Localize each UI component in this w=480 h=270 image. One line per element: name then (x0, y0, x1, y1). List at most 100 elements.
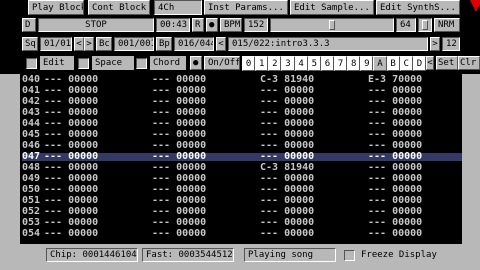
track-3-cell[interactable]: C-3 81940 (260, 163, 360, 173)
hex-prev-button[interactable]: < (426, 56, 434, 70)
sq-prev-button[interactable]: < (74, 37, 84, 51)
track-3-cell[interactable]: --- 00000 (260, 218, 360, 228)
pattern-row[interactable]: 042 --- 00000 --- 00000 --- 00000 --- 00000 (22, 97, 462, 107)
track-4-cell[interactable]: --- 00000 (368, 141, 462, 151)
edit-synth-button[interactable]: Edit SynthS... (376, 0, 460, 15)
hex-key-7[interactable]: 7 (333, 56, 348, 71)
track-3-cell[interactable]: --- 00000 (260, 130, 360, 140)
pattern-row[interactable]: 043 --- 00000 --- 00000 --- 00000 --- 00000 (22, 108, 462, 118)
track-3-cell[interactable]: C-3 81940 (260, 75, 360, 85)
d-button[interactable]: D (22, 18, 36, 32)
track-3-cell[interactable]: --- 00000 (260, 196, 360, 206)
track-4-cell[interactable]: --- 00000 (368, 218, 462, 228)
track-2-cell[interactable]: --- 00000 (152, 218, 252, 228)
track-4-cell[interactable]: --- 00000 (368, 97, 462, 107)
track-1-cell[interactable]: --- 00000 (44, 86, 144, 96)
track-1-cell[interactable]: --- 00000 (44, 119, 144, 129)
chord-checkbox[interactable] (136, 58, 147, 69)
track-2-cell[interactable]: --- 00000 (152, 174, 252, 184)
track-3-cell[interactable]: --- 00000 (260, 119, 360, 129)
track-1-cell[interactable]: --- 00000 (44, 152, 144, 162)
space-checkbox[interactable] (78, 58, 89, 69)
volume-value[interactable]: 64 (396, 18, 416, 32)
pattern-row[interactable]: 044 --- 00000 --- 00000 --- 00000 --- 00000 (22, 119, 462, 129)
bpm-icon[interactable]: ● (206, 18, 218, 32)
track-1-cell[interactable]: --- 00000 (44, 130, 144, 140)
pattern-grid[interactable]: 040 --- 00000 --- 00000 C-3 81940 E-3 70000 0… (22, 74, 462, 244)
pattern-row[interactable]: 054 --- 00000 --- 00000 --- 00000 --- 00000 (22, 229, 462, 239)
volume-slider[interactable] (418, 18, 432, 32)
track-1-cell[interactable]: --- 00000 (44, 185, 144, 195)
pattern-row[interactable]: 045 --- 00000 --- 00000 --- 00000 --- 00000 (22, 130, 462, 140)
track-1-cell[interactable]: --- 00000 (44, 229, 144, 239)
hex-key-0[interactable]: 0 (242, 56, 256, 71)
hex-key-5[interactable]: 5 (307, 56, 321, 71)
freeze-display-checkbox[interactable] (344, 250, 355, 261)
track-1-cell[interactable]: --- 00000 (44, 207, 144, 217)
hex-key-2[interactable]: 2 (268, 56, 282, 71)
pattern-row[interactable]: 048 --- 00000 --- 00000 C-3 81940 --- 00000 (22, 163, 462, 173)
track-4-cell[interactable]: --- 00000 (368, 196, 462, 206)
right-scrollbar[interactable] (462, 74, 480, 244)
left-scrollbar[interactable] (0, 74, 20, 244)
block-name-field[interactable]: 015/022:intro3.3.3 (228, 37, 428, 51)
track-3-cell[interactable]: --- 00000 (260, 207, 360, 217)
track-2-cell[interactable]: --- 00000 (152, 141, 252, 151)
hex-key-4[interactable]: 4 (294, 56, 308, 71)
tempo-slider[interactable] (270, 18, 394, 32)
track-2-cell[interactable]: --- 00000 (152, 152, 252, 162)
track-4-cell[interactable]: --- 00000 (368, 174, 462, 184)
track-1-cell[interactable]: --- 00000 (44, 97, 144, 107)
track-1-cell[interactable]: --- 00000 (44, 174, 144, 184)
block-next-button[interactable]: > (430, 37, 440, 51)
track-2-cell[interactable]: --- 00000 (152, 196, 252, 206)
cont-block-button[interactable]: Cont Block (88, 0, 150, 15)
track-2-cell[interactable]: --- 00000 (152, 75, 252, 85)
track-1-cell[interactable]: --- 00000 (44, 163, 144, 173)
track-4-cell[interactable]: E-3 70000 (368, 75, 462, 85)
track-3-cell[interactable]: --- 00000 (260, 108, 360, 118)
track-1-cell[interactable]: --- 00000 (44, 218, 144, 228)
pattern-row[interactable]: 050 --- 00000 --- 00000 --- 00000 --- 00000 (22, 185, 462, 195)
pattern-row[interactable]: 053 --- 00000 --- 00000 --- 00000 --- 00000 (22, 218, 462, 228)
track-3-cell[interactable]: --- 00000 (260, 174, 360, 184)
edit-checkbox[interactable] (26, 58, 37, 69)
onoff-icon[interactable]: ● (190, 56, 202, 70)
track-4-cell[interactable]: --- 00000 (368, 185, 462, 195)
pattern-row[interactable]: 052 --- 00000 --- 00000 --- 00000 --- 00000 (22, 207, 462, 217)
track-4-cell[interactable]: --- 00000 (368, 152, 462, 162)
track-3-cell[interactable]: --- 00000 (260, 86, 360, 96)
track-2-cell[interactable]: --- 00000 (152, 108, 252, 118)
tempo-slider-knob[interactable] (329, 20, 335, 30)
hex-key-3[interactable]: 3 (281, 56, 295, 71)
hex-key-B[interactable]: B (386, 56, 400, 71)
bpm-value[interactable]: 152 (244, 18, 268, 32)
nrm-button[interactable]: NRM (434, 18, 460, 32)
set-button[interactable]: Set (436, 56, 458, 70)
hex-key-8[interactable]: 8 (347, 56, 361, 71)
play-block-button[interactable]: Play Block (28, 0, 84, 15)
hex-key-D[interactable]: D (412, 56, 426, 71)
hex-key-A[interactable]: A (373, 56, 387, 71)
track-1-cell[interactable]: --- 00000 (44, 141, 144, 151)
hex-key-1[interactable]: 1 (255, 56, 269, 71)
block-prev-button[interactable]: < (216, 37, 226, 51)
track-3-cell[interactable]: --- 00000 (260, 229, 360, 239)
track-3-cell[interactable]: --- 00000 (260, 152, 360, 162)
track-2-cell[interactable]: --- 00000 (152, 185, 252, 195)
track-2-cell[interactable]: --- 00000 (152, 130, 252, 140)
inst-params-button[interactable]: Inst Params... (204, 0, 288, 15)
track-1-cell[interactable]: --- 00000 (44, 108, 144, 118)
track-1-cell[interactable]: --- 00000 (44, 196, 144, 206)
pattern-row[interactable]: 049 --- 00000 --- 00000 --- 00000 --- 00000 (22, 174, 462, 184)
pattern-row[interactable]: 051 --- 00000 --- 00000 --- 00000 --- 00000 (22, 196, 462, 206)
track-2-cell[interactable]: --- 00000 (152, 97, 252, 107)
edit-sample-button[interactable]: Edit Sample... (290, 0, 374, 15)
track-2-cell[interactable]: --- 00000 (152, 207, 252, 217)
hex-key-6[interactable]: 6 (320, 56, 334, 71)
pattern-row[interactable]: 047 --- 00000 --- 00000 --- 00000 --- 00000 (22, 152, 462, 162)
hex-key-9[interactable]: 9 (360, 56, 374, 71)
onoff-button[interactable]: On/Off (204, 56, 240, 70)
track-1-cell[interactable]: --- 00000 (44, 75, 144, 85)
track-3-cell[interactable]: --- 00000 (260, 97, 360, 107)
